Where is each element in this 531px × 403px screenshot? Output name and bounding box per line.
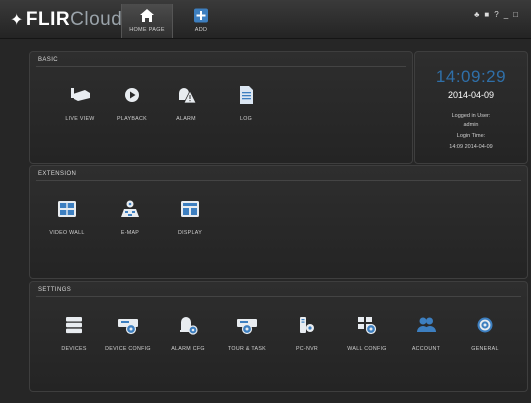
account-label: ACCOUNT	[411, 346, 441, 352]
video-wall-icon	[58, 201, 76, 217]
settings-divider	[36, 296, 521, 297]
account-icon	[417, 317, 436, 332]
settings-item-alarm-cfg[interactable]: ALARM CFG	[157, 315, 219, 352]
wall-config-label: WALL CONFIG	[347, 346, 387, 352]
restore-icon[interactable]: □	[513, 10, 523, 19]
help-icon[interactable]: ?	[494, 10, 503, 19]
flir-cloud-window: ✦ FLIRCloud HOME PAGE ADD ♣■?_□ BASIC LI…	[0, 0, 531, 403]
alarm-label: ALARM	[176, 116, 196, 122]
settings-item-tour-task[interactable]: TOUR & TASK	[216, 315, 278, 352]
extension-item-display[interactable]: DISPLAY	[159, 199, 221, 236]
devices-icon	[66, 317, 82, 334]
logged-in-label: Logged in User:	[451, 113, 491, 119]
logo-sub-text: Cloud	[70, 9, 123, 30]
devices-label: DEVICES	[61, 346, 87, 352]
settings-item-general[interactable]: GENERAL	[454, 315, 516, 352]
user-icon[interactable]: ♣	[474, 10, 484, 19]
tab-home-page[interactable]: HOME PAGE	[121, 4, 173, 38]
extension-title: EXTENSION	[38, 171, 77, 177]
general-label: GENERAL	[471, 346, 499, 352]
login-time-value: 14:09 2014-04-09	[449, 144, 493, 150]
alarm-icon	[179, 88, 197, 104]
e-map-label: E-MAP	[120, 230, 140, 236]
logo-main-text: FLIR	[25, 9, 71, 30]
top-bar: ✦ FLIRCloud HOME PAGE ADD ♣■?_□	[0, 0, 531, 39]
settings-item-device-config[interactable]: DEVICE CONFIG	[97, 315, 159, 352]
settings-title: SETTINGS	[38, 287, 72, 293]
clock-panel: 14:09:29 2014-04-09 Logged in User: admi…	[414, 51, 528, 164]
tour-task-label: TOUR & TASK	[227, 346, 267, 352]
logged-in-user: admin	[463, 122, 479, 128]
alarm-cfg-label: ALARM CFG	[171, 346, 205, 352]
settings-panel: SETTINGS DEVICES DEVICE CONFIG ALARM CFG…	[29, 281, 528, 392]
settings-item-account[interactable]: ACCOUNT	[395, 315, 457, 352]
device-config-label: DEVICE CONFIG	[105, 346, 151, 352]
display-icon	[181, 201, 199, 217]
extension-item-video-wall[interactable]: VIDEO WALL	[36, 199, 98, 236]
basic-item-playback[interactable]: PLAYBACK	[101, 85, 163, 122]
wall-config-icon	[358, 317, 377, 335]
lock-icon[interactable]: ■	[484, 10, 494, 19]
playback-label: PLAYBACK	[117, 116, 147, 122]
device-config-icon	[118, 319, 138, 335]
camera-icon	[71, 88, 90, 101]
play-icon	[125, 88, 139, 102]
extension-panel: EXTENSION VIDEO WALL E-MAP DISPLAY	[29, 165, 528, 279]
add-icon	[194, 8, 208, 23]
current-date: 2014-04-09	[447, 90, 495, 100]
current-time: 14:09:29	[435, 67, 507, 86]
extension-item-e-map[interactable]: E-MAP	[99, 199, 161, 236]
basic-item-log[interactable]: LOG	[215, 85, 277, 122]
log-label: LOG	[239, 116, 253, 122]
pc-nvr-label: PC-NVR	[295, 346, 319, 352]
flir-logo-mark: ✦	[10, 12, 24, 29]
extension-divider	[36, 180, 521, 181]
minimize-icon[interactable]: _	[504, 10, 513, 19]
tab-add-label: ADD	[194, 27, 208, 33]
emap-icon	[121, 200, 139, 217]
settings-item-pc-nvr[interactable]: PC-NVR	[276, 315, 338, 352]
tour-task-icon	[237, 319, 257, 335]
general-icon	[477, 317, 493, 333]
basic-divider	[36, 66, 406, 67]
basic-panel: BASIC LIVE VIEW PLAYBACK ALARM LOG	[29, 51, 413, 164]
video-wall-label: VIDEO WALL	[49, 230, 85, 236]
basic-title: BASIC	[38, 57, 59, 63]
home-icon	[140, 9, 154, 22]
display-label: DISPLAY	[177, 230, 203, 236]
alarm-cfg-icon	[180, 317, 198, 335]
settings-item-wall-config[interactable]: WALL CONFIG	[336, 315, 398, 352]
settings-item-devices[interactable]: DEVICES	[43, 315, 105, 352]
tab-add[interactable]: ADD	[176, 4, 226, 38]
pc-nvr-icon	[300, 317, 314, 333]
log-icon	[240, 86, 253, 104]
window-controls: ♣■?_□	[474, 10, 523, 19]
basic-item-alarm[interactable]: ALARM	[155, 85, 217, 122]
app-logo: ✦ FLIRCloud	[10, 9, 122, 31]
login-time-label: Login Time:	[456, 133, 486, 139]
tab-home-page-label: HOME PAGE	[129, 27, 165, 33]
